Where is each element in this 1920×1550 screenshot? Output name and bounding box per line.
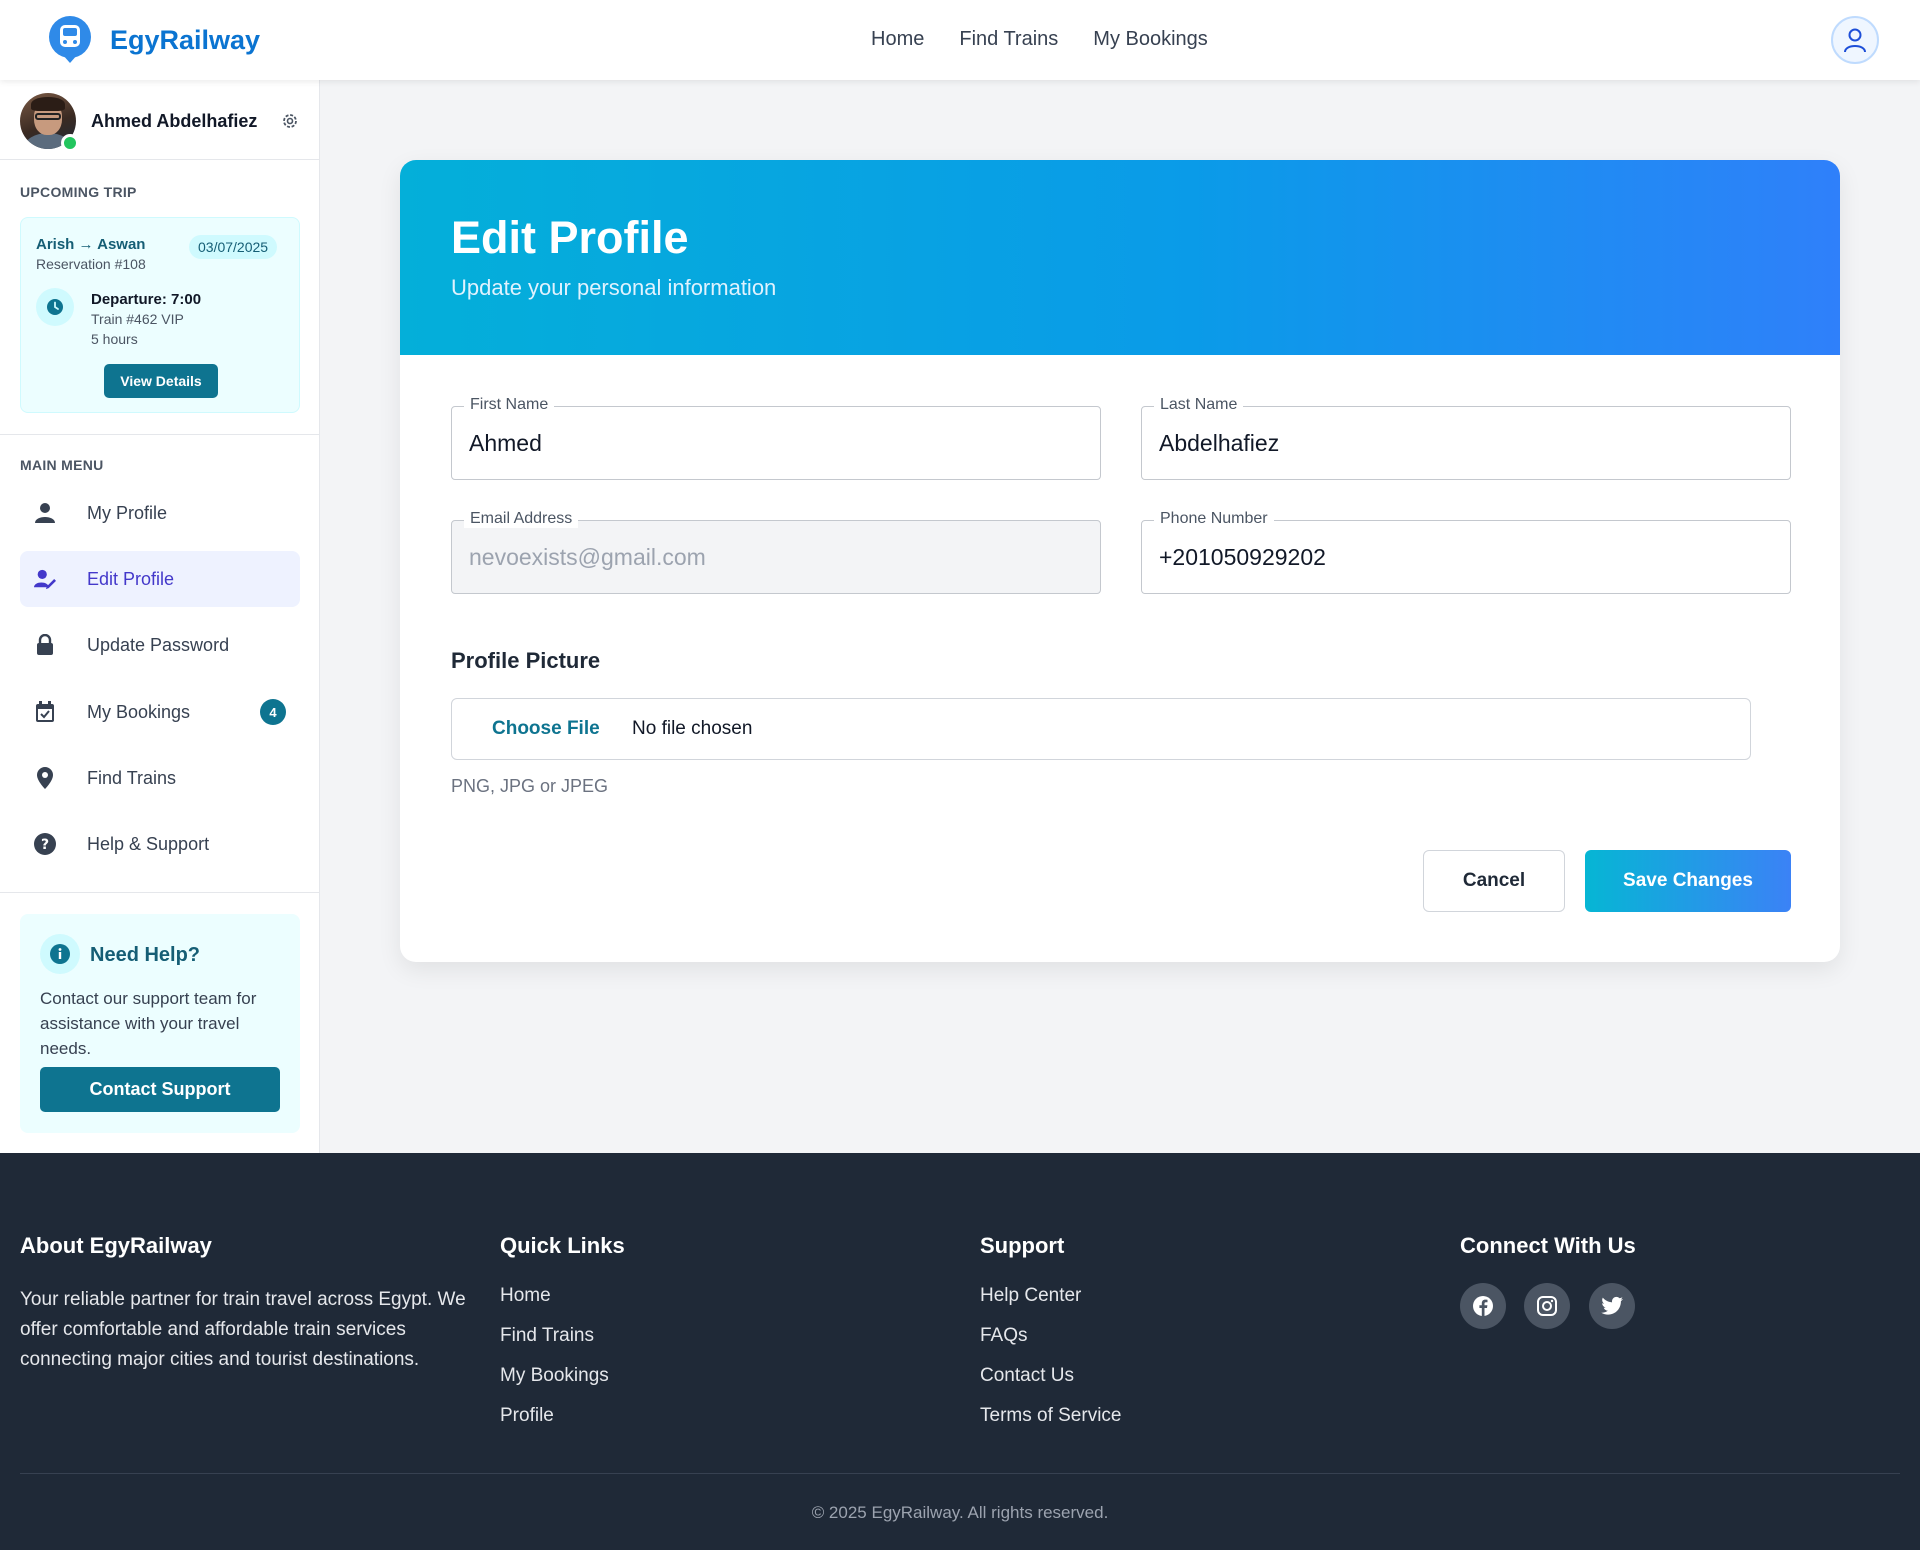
sidebar-item-find-trains[interactable]: Find Trains [20, 750, 300, 806]
file-status: No file chosen [632, 718, 753, 739]
trip-route: Arish → Aswan [36, 236, 146, 253]
footer: About EgyRailway Your reliable partner f… [0, 1153, 1920, 1550]
footer-about: About EgyRailway Your reliable partner f… [20, 1233, 466, 1370]
cancel-button[interactable]: Cancel [1423, 850, 1565, 912]
user-icon [34, 502, 56, 524]
trip-reservation: Reservation #108 [36, 256, 146, 272]
profile-name: Ahmed Abdelhafiez [91, 111, 258, 131]
profile-picture-title: Profile Picture [451, 648, 601, 673]
file-type-hint: PNG, JPG or JPEG [451, 776, 609, 796]
online-status-dot [61, 134, 79, 152]
sidebar: Ahmed Abdelhafiez UPCOMING TRIP Arish → … [0, 80, 320, 1153]
footer-support-title: Support [980, 1233, 1065, 1258]
need-help-title: Need Help? [90, 944, 201, 966]
trip-departure: Departure: 7:00 [91, 291, 202, 308]
contact-support-button[interactable]: Contact Support [40, 1067, 280, 1112]
upcoming-trip-label: UPCOMING TRIP [20, 184, 137, 200]
footer-link-help-center[interactable]: Help Center [980, 1285, 1081, 1307]
train-logo-icon [48, 16, 92, 64]
user-edit-icon [34, 568, 56, 590]
brand-logo[interactable]: EgyRailway [48, 16, 260, 64]
trip-date-badge: 03/07/2025 [189, 235, 278, 259]
sidebar-item-label: Edit Profile [87, 568, 175, 589]
first-name-label: First Name [464, 396, 555, 414]
footer-divider [20, 1473, 1900, 1474]
phone-field[interactable]: Phone Number +201050929202 [1141, 510, 1791, 594]
brand-name: EgyRailway [110, 24, 261, 55]
nav-home[interactable]: Home [871, 28, 924, 51]
footer-link-my-bookings[interactable]: My Bookings [500, 1365, 609, 1387]
gear-icon[interactable] [279, 110, 301, 132]
main-nav: Home Find Trains My Bookings [871, 28, 1208, 51]
trip-train: Train #462 VIP [91, 311, 184, 327]
divider [0, 434, 320, 435]
footer-about-text: Your reliable partner for train travel a… [20, 1289, 466, 1370]
email-label: Email Address [464, 510, 579, 528]
nav-find-trains[interactable]: Find Trains [959, 28, 1058, 51]
sidebar-item-update-password[interactable]: Update Password [20, 617, 300, 673]
info-icon [40, 934, 80, 974]
twitter-icon[interactable] [1589, 1283, 1635, 1329]
map-pin-icon [34, 767, 56, 789]
copyright: © 2025 EgyRailway. All rights reserved. [811, 1503, 1109, 1522]
view-details-button[interactable]: View Details [104, 364, 218, 398]
question-circle-icon: ? [34, 833, 56, 855]
email-field: Email Address nevoexists@gmail.com [451, 510, 1101, 594]
last-name-value: Abdelhafiez [1159, 430, 1280, 456]
footer-quick-links: Quick Links Home Find Trains My Bookings… [500, 1233, 625, 1426]
bookings-count-badge: 4 [260, 699, 286, 725]
phone-label: Phone Number [1154, 510, 1274, 528]
phone-value: +201050929202 [1159, 544, 1326, 570]
sidebar-item-label: My Profile [87, 502, 168, 523]
sidebar-item-edit-profile[interactable]: Edit Profile [20, 551, 300, 607]
page-title: Edit Profile [451, 212, 689, 263]
sidebar-item-my-profile[interactable]: My Profile [20, 485, 300, 541]
card-header: Edit Profile Update your personal inform… [400, 160, 1840, 355]
sidebar-item-my-bookings[interactable]: My Bookings 4 [20, 684, 300, 740]
page-subtitle: Update your personal information [451, 275, 777, 300]
divider [0, 892, 320, 893]
edit-profile-card: Edit Profile Update your personal inform… [400, 160, 1840, 962]
footer-link-find-trains[interactable]: Find Trains [500, 1325, 594, 1347]
sidebar-item-label: Find Trains [87, 767, 177, 788]
trip-duration: 5 hours [91, 331, 138, 347]
main-menu-label: MAIN MENU [20, 457, 104, 473]
sidebar-item-label: Update Password [87, 634, 230, 655]
choose-file-button[interactable]: Choose File [492, 718, 600, 740]
sidebar-profile: Ahmed Abdelhafiez [0, 80, 320, 160]
instagram-icon[interactable] [1524, 1283, 1570, 1329]
upcoming-trip-card: Arish → Aswan Reservation #108 03/07/202… [20, 217, 300, 413]
sidebar-item-help-support[interactable]: ? Help & Support [20, 816, 300, 872]
facebook-icon[interactable] [1460, 1283, 1506, 1329]
user-outline-icon [1844, 28, 1866, 53]
last-name-label: Last Name [1154, 396, 1244, 414]
footer-connect-title: Connect With Us [1460, 1233, 1636, 1258]
last-name-field[interactable]: Last Name Abdelhafiez [1141, 396, 1791, 480]
first-name-value: Ahmed [469, 430, 542, 456]
email-value: nevoexists@gmail.com [469, 544, 706, 570]
footer-quick-title: Quick Links [500, 1233, 625, 1258]
save-changes-button[interactable]: Save Changes [1585, 850, 1791, 912]
svg-text:?: ? [41, 837, 49, 853]
lock-icon [34, 634, 56, 656]
footer-link-home[interactable]: Home [500, 1285, 551, 1307]
footer-support: Support Help Center FAQs Contact Us Term… [980, 1233, 1121, 1426]
user-menu-button[interactable] [1831, 16, 1879, 64]
first-name-field[interactable]: First Name Ahmed [451, 396, 1101, 480]
footer-link-faqs[interactable]: FAQs [980, 1325, 1028, 1347]
sidebar-item-label: Help & Support [87, 833, 210, 854]
nav-my-bookings[interactable]: My Bookings [1093, 28, 1208, 51]
footer-link-profile[interactable]: Profile [500, 1405, 554, 1427]
clock-icon [36, 288, 74, 326]
sidebar-item-label: My Bookings [87, 701, 191, 722]
need-help-text: Contact our support team for assistance … [40, 989, 257, 1058]
footer-link-terms[interactable]: Terms of Service [980, 1405, 1121, 1427]
profile-picture-input[interactable]: Choose File No file chosen [451, 698, 1751, 760]
footer-connect: Connect With Us [1460, 1233, 1860, 1433]
need-help-card: Need Help? Contact our support team for … [20, 914, 300, 1133]
footer-about-title: About EgyRailway [20, 1233, 212, 1258]
top-navbar: EgyRailway Home Find Trains My Bookings [0, 0, 1920, 80]
footer-link-contact-us[interactable]: Contact Us [980, 1365, 1074, 1387]
calendar-check-icon [34, 701, 56, 723]
